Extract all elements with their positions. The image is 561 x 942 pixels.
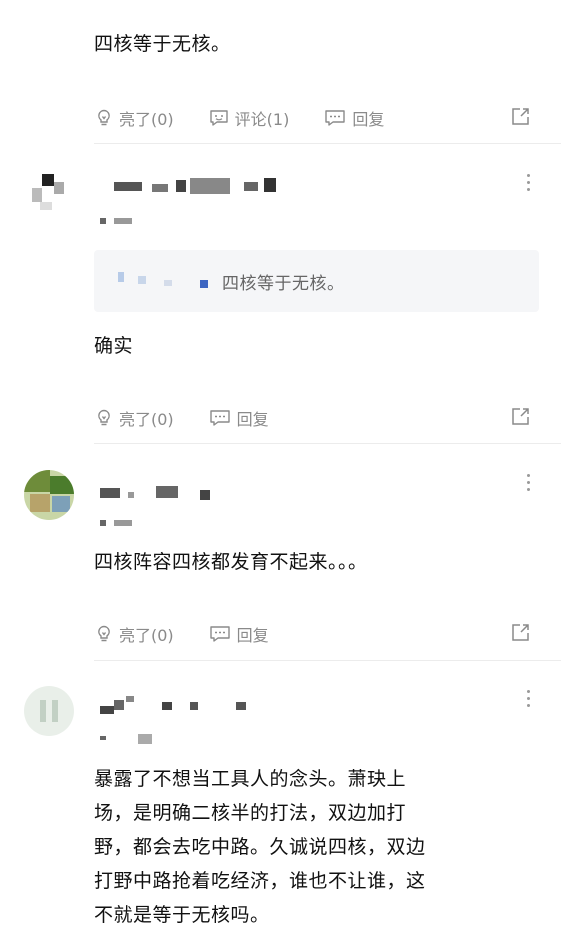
comment-text: 四核阵容四核都发育不起来。。。 (94, 551, 368, 573)
comment-button[interactable]: 评论(1) (208, 106, 289, 130)
comment-feed: 四核等于无核。 亮了(0) 评论(1) 回复 四核等于无核。 确实 亮了(0) … (0, 0, 561, 942)
username-blurred[interactable] (100, 696, 260, 718)
comment-actions: 亮了(0) 回复 (94, 404, 531, 432)
comment-line: 场，是明确二核半的打法，双边加打 (94, 802, 407, 824)
like-button[interactable]: 亮了(0) (94, 406, 174, 430)
meta-blurred (100, 518, 160, 528)
comment-text: 四核等于无核。 (94, 33, 231, 55)
comment-actions: 亮了(0) 回复 (94, 620, 531, 648)
username-blurred[interactable] (100, 484, 240, 502)
like-button[interactable]: 亮了(0) (94, 106, 174, 130)
lightbulb-icon (98, 109, 110, 126)
reply-bubble-icon (325, 110, 346, 126)
comment-text: 暴露了不想当工具人的念头。萧玦上 场，是明确二核半的打法，双边加打 野，都会去吃… (94, 762, 426, 932)
comment-actions: 亮了(0) 评论(1) 回复 (94, 104, 531, 132)
comment-line: 打野中路抢着吃经济，谁也不让谁，这 (94, 870, 426, 892)
reply-button[interactable]: 回复 (208, 622, 269, 646)
username-blurred[interactable] (104, 176, 284, 198)
avatar[interactable] (24, 470, 74, 520)
reply-bubble-icon (209, 410, 230, 426)
share-icon[interactable] (509, 106, 531, 128)
comment-line: 不就是等于无核吗。 (94, 904, 270, 926)
share-icon[interactable] (509, 622, 531, 644)
comment-line: 野，都会去吃中路。久诚说四核，双边 (94, 836, 426, 858)
avatar[interactable] (24, 686, 74, 736)
reply-bubble-icon (209, 626, 230, 642)
reply-button[interactable]: 回复 (323, 106, 384, 130)
divider (94, 143, 561, 144)
more-vertical-icon[interactable] (527, 690, 531, 711)
divider (94, 443, 561, 444)
more-vertical-icon[interactable] (527, 174, 531, 195)
comment-bubble-icon (209, 110, 228, 126)
meta-blurred (100, 216, 160, 226)
more-vertical-icon[interactable] (527, 474, 531, 495)
quoted-text: 四核等于无核。 (222, 274, 345, 294)
lightbulb-icon (98, 409, 110, 426)
comment-line: 暴露了不想当工具人的念头。萧玦上 (94, 768, 407, 790)
comment-text: 确实 (94, 335, 134, 357)
like-button[interactable]: 亮了(0) (94, 622, 174, 646)
divider (94, 660, 561, 661)
meta-blurred (100, 732, 160, 746)
share-icon[interactable] (509, 406, 531, 428)
reply-button[interactable]: 回复 (208, 406, 269, 430)
lightbulb-icon (98, 625, 110, 642)
avatar[interactable] (24, 168, 74, 218)
